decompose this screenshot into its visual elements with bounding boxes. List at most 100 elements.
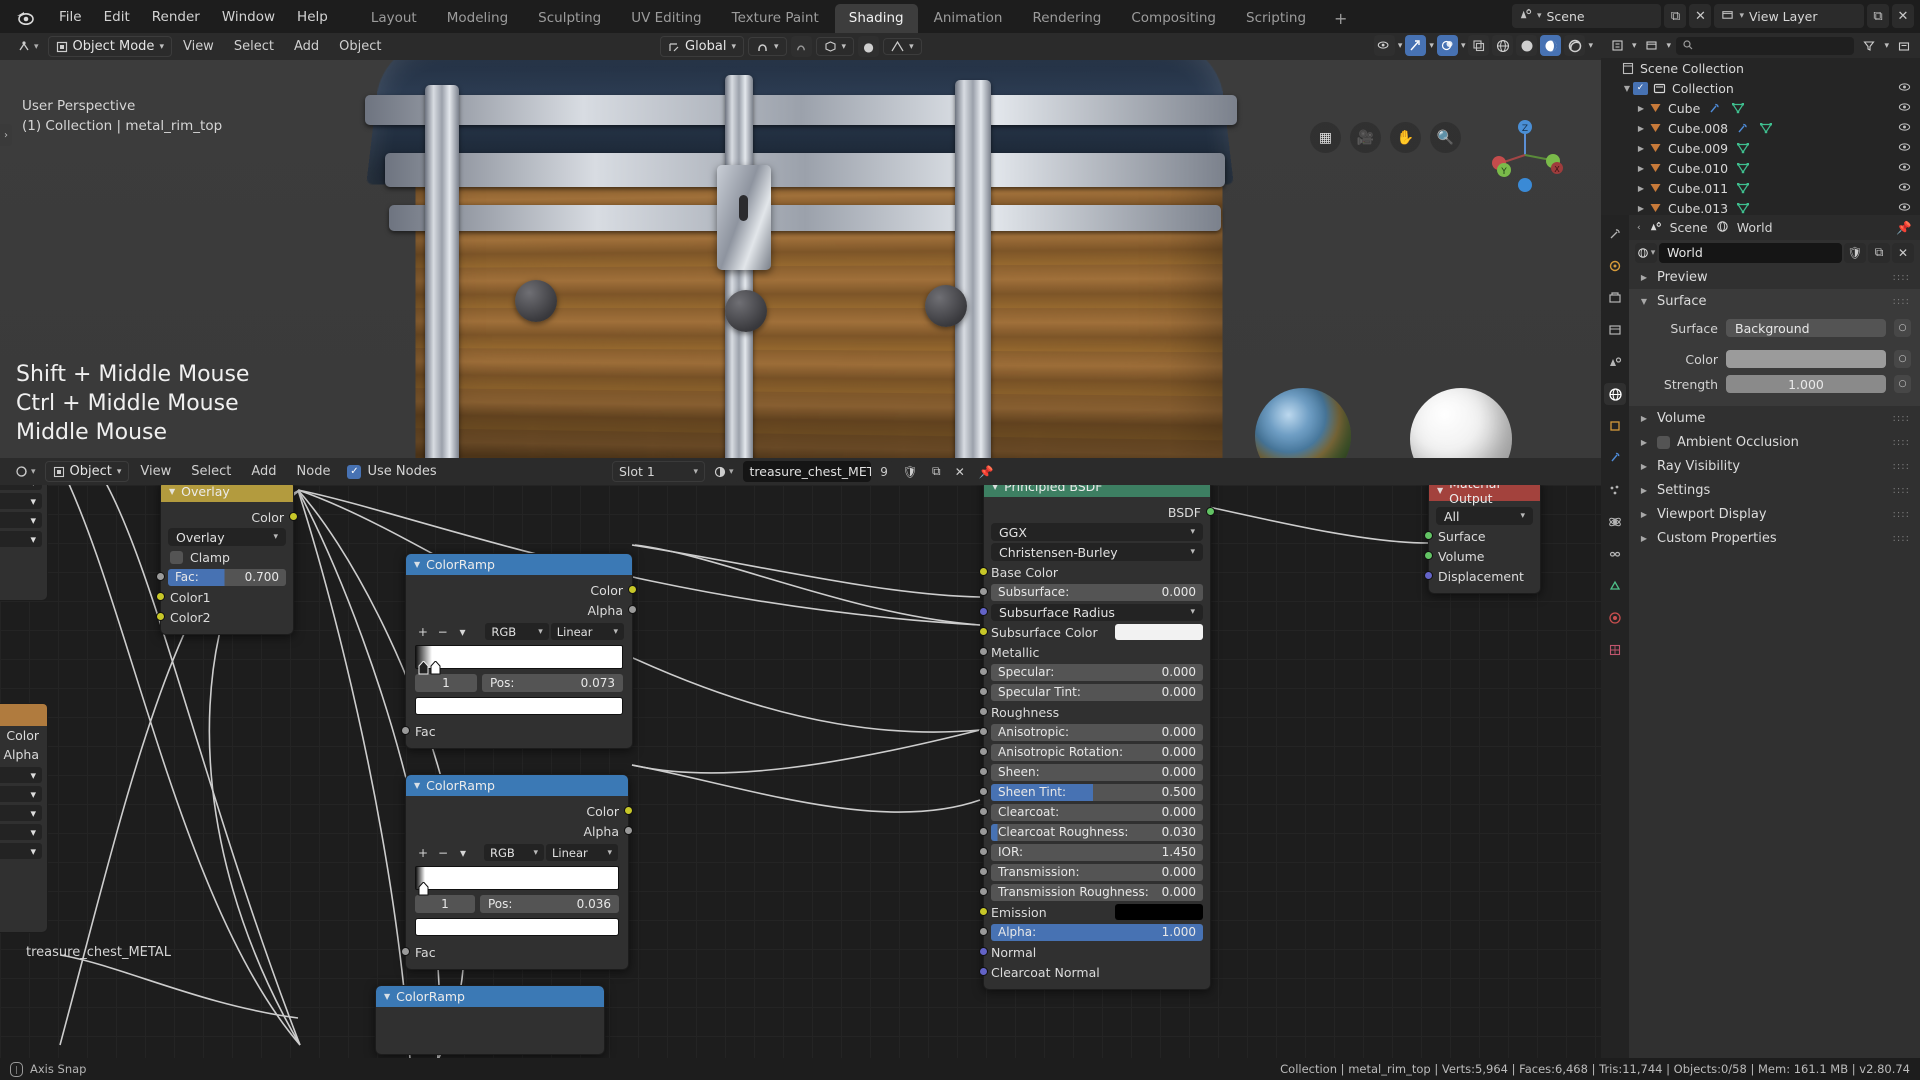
collapse-triangle-icon[interactable]: ▼ xyxy=(169,487,175,496)
remove-scene-button[interactable]: ✕ xyxy=(1689,4,1711,28)
node-header[interactable]: ▼ ColorRamp xyxy=(376,986,604,1007)
blender-logo-icon[interactable] xyxy=(14,6,36,28)
slider-field[interactable]: IOR:1.450 xyxy=(991,844,1203,861)
overlays-toggle-icon[interactable] xyxy=(1437,35,1458,56)
filter-icon[interactable] xyxy=(1859,40,1879,52)
socket-17[interactable] xyxy=(979,907,988,916)
socket-color-out[interactable] xyxy=(289,512,298,521)
expand-triangle-icon[interactable]: ▶ xyxy=(1635,124,1647,133)
add-workspace-button[interactable]: + xyxy=(1322,7,1359,33)
node-colorramp-3[interactable]: ▼ ColorRamp xyxy=(375,985,605,1055)
drag-handle-icon[interactable]: :::: xyxy=(1893,296,1910,307)
fake-user-button[interactable]: 🛡 xyxy=(898,461,923,482)
bsdf-input-transmission-roughness[interactable]: Transmission Roughness:0.000 xyxy=(984,882,1210,902)
drag-handle-icon[interactable]: :::: xyxy=(1893,437,1910,448)
subsurface-method-dropdown[interactable]: Christensen-Burley ▾ xyxy=(991,543,1203,561)
outliner-row-collection[interactable]: ▼✓Collection xyxy=(1601,78,1920,98)
properties-tab-material[interactable] xyxy=(1604,607,1626,629)
properties-tab-modifier[interactable] xyxy=(1604,447,1626,469)
new-viewlayer-button[interactable]: ⧉ xyxy=(1867,4,1889,28)
expand-triangle-icon[interactable]: ▶ xyxy=(1638,534,1650,543)
visibility-eye-icon[interactable] xyxy=(1898,142,1911,155)
bsdf-input-clearcoat-normal[interactable]: Clearcoat Normal xyxy=(984,962,1210,982)
socket-14[interactable] xyxy=(979,847,988,856)
ambient-occlusion-checkbox[interactable] xyxy=(1657,436,1670,449)
visibility-eye-icon[interactable] xyxy=(1898,102,1911,115)
clamp-checkbox[interactable] xyxy=(170,551,183,564)
bsdf-input-transmission[interactable]: Transmission:0.000 xyxy=(984,862,1210,882)
socket-2[interactable] xyxy=(979,607,988,616)
camera-icon[interactable]: 🎥 xyxy=(1350,122,1381,153)
slider-field[interactable]: Transmission:0.000 xyxy=(991,864,1203,881)
socket-3[interactable] xyxy=(979,627,988,636)
bsdf-input-base-color[interactable]: Base Color xyxy=(984,562,1210,582)
socket-20[interactable] xyxy=(979,967,988,976)
outliner-search-input[interactable] xyxy=(1676,37,1854,55)
bsdf-input-specular-tint[interactable]: Specular Tint:0.000 xyxy=(984,682,1210,702)
strength-animate-dot[interactable]: ○ xyxy=(1894,375,1911,393)
bsdf-input-anisotropic[interactable]: Anisotropic:0.000 xyxy=(984,722,1210,742)
node-dropdown[interactable]: ▾ xyxy=(0,512,42,528)
node-dropdown[interactable]: ▾ xyxy=(0,805,42,821)
material-name-field[interactable]: treasure_chest_MET.. xyxy=(743,461,871,482)
collapse-triangle-icon[interactable]: ▼ xyxy=(384,992,390,1001)
mesh-data-icon[interactable] xyxy=(1729,102,1746,114)
slider-field[interactable]: Sheen:0.000 xyxy=(991,764,1203,781)
slider-field[interactable]: Anisotropic Rotation:0.000 xyxy=(991,744,1203,761)
panel-ray-visibility[interactable]: ▶ Ray Visibility :::: xyxy=(1629,454,1920,478)
properties-tab-object[interactable] xyxy=(1604,415,1626,437)
bsdf-input-specular[interactable]: Specular:0.000 xyxy=(984,662,1210,682)
collapse-triangle-icon[interactable]: ▼ xyxy=(414,781,420,790)
ramp-stop-index[interactable]: 1 xyxy=(415,895,475,913)
visibility-eye-icon[interactable] xyxy=(1898,82,1911,95)
remove-viewlayer-button[interactable]: ✕ xyxy=(1892,4,1914,28)
bsdf-input-metallic[interactable]: Metallic xyxy=(984,642,1210,662)
node-material-output[interactable]: ▼ Material Output All ▾ Surface xyxy=(1428,479,1541,594)
properties-tab-constraints[interactable] xyxy=(1604,543,1626,565)
offscreen-node-bottom[interactable]: Color Alpha ▾ ▾ ▾ ▾ ▾ xyxy=(0,703,48,933)
bsdf-input-subsurface-color[interactable]: Subsurface Color xyxy=(984,622,1210,642)
expand-triangle-icon[interactable]: ▶ xyxy=(1638,486,1650,495)
dropdown-field[interactable]: Subsurface Radius▾ xyxy=(991,604,1203,621)
socket-color-out[interactable] xyxy=(624,806,633,815)
drag-handle-icon[interactable]: :::: xyxy=(1893,509,1910,520)
panel-preview[interactable]: ▶ Preview :::: xyxy=(1629,265,1920,289)
socket-16[interactable] xyxy=(979,887,988,896)
bsdf-input-clearcoat-roughness[interactable]: Clearcoat Roughness:0.030 xyxy=(984,822,1210,842)
shader-type-selector[interactable]: Object ▾ xyxy=(45,461,130,482)
mesh-data-icon[interactable] xyxy=(1734,142,1751,154)
properties-tab-render[interactable] xyxy=(1604,255,1626,277)
slider-field[interactable]: Specular Tint:0.000 xyxy=(991,684,1203,701)
socket-alpha-out[interactable] xyxy=(624,826,633,835)
socket-bsdf-out[interactable] xyxy=(1206,507,1215,516)
shader-menu-view[interactable]: View xyxy=(131,461,180,482)
xray-toggle-icon[interactable] xyxy=(1468,35,1489,56)
properties-tab-scene[interactable] xyxy=(1604,351,1626,373)
new-world-button[interactable]: ⧉ xyxy=(1868,243,1890,263)
node-dropdown[interactable]: ▾ xyxy=(0,767,42,783)
color-ramp-gradient[interactable] xyxy=(415,645,623,669)
proportional-falloff-selector[interactable]: ▾ xyxy=(883,38,922,55)
node-canvas[interactable]: Alpha ▾ ▾ ▾ ▾ Color Alpha ▾ ▾ ▾ ▾ ▾ ▼ xyxy=(0,485,1601,1058)
chevron-down-icon[interactable]: ▾ xyxy=(1667,41,1672,51)
workspace-tab-animation[interactable]: Animation xyxy=(920,4,1017,33)
node-header[interactable]: ▼ ColorRamp xyxy=(406,775,628,796)
properties-editor[interactable]: ‹ Scene World 📌 ▾ World xyxy=(1601,215,1920,1058)
properties-tab-particles[interactable] xyxy=(1604,479,1626,501)
chevron-left-icon[interactable]: ‹ xyxy=(1637,223,1641,233)
surface-value-menu[interactable]: Background xyxy=(1726,319,1886,337)
panel-ambient-occlusion[interactable]: ▶ Ambient Occlusion :::: xyxy=(1629,430,1920,454)
material-users-count[interactable]: 9 xyxy=(875,461,894,482)
drag-handle-icon[interactable]: :::: xyxy=(1893,413,1910,424)
socket-4[interactable] xyxy=(979,647,988,656)
viewport-menu-add[interactable]: Add xyxy=(285,36,328,57)
hand-icon[interactable]: ✋ xyxy=(1390,122,1421,153)
slider-field[interactable]: Clearcoat:0.000 xyxy=(991,804,1203,821)
panel-volume[interactable]: ▶ Volume :::: xyxy=(1629,406,1920,430)
menu-edit[interactable]: Edit xyxy=(93,6,141,28)
expand-triangle-icon[interactable]: ▶ xyxy=(1635,184,1647,193)
node-dropdown[interactable]: ▾ xyxy=(0,786,42,802)
editor-type-button[interactable]: ▾ xyxy=(10,37,46,57)
ramp-menu-icon[interactable]: ▾ xyxy=(454,623,472,640)
add-stop-button[interactable]: + xyxy=(414,623,432,640)
